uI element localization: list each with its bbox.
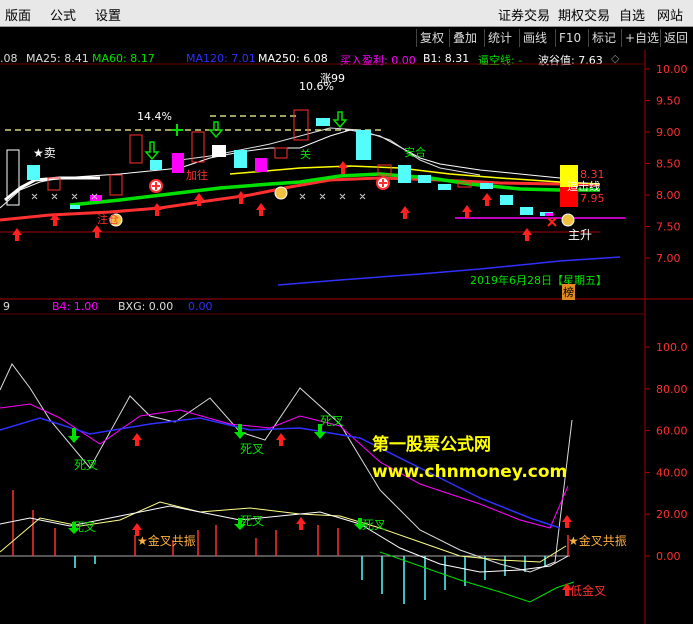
anhe-tag: 安合 [404,146,426,159]
indicator-axis-label: 80.00 [656,383,688,396]
cangwei-tag: 注仓 [97,213,119,226]
indicator-chart: 100.0 80.00 60.00 40.00 20.00 0.00 [0,300,688,624]
price-axis-label: 8.00 [656,189,681,202]
death-cross-tag-6: 死叉 [362,518,387,532]
death-cross-tag-3: 死叉 [320,414,345,428]
golden-resonance-tag-2: ★金叉共振 [568,534,627,548]
menu-website[interactable]: 网站 [657,5,683,24]
menu-layout[interactable]: 版面 [5,5,31,24]
toolbar-overlay-button[interactable]: 叠加 [449,29,480,47]
price-panel[interactable]: .08 MA25: 8.41 MA60: 8.17 MA120: 7.01 MA… [0,50,693,300]
toolbar-add-watch-button[interactable]: +自选 [621,29,662,47]
date-label: 2019年6月28日【星期五】 [470,274,607,287]
death-cross-tag-1: 死叉 [74,458,99,472]
toolbar-back-button[interactable]: 返回 [660,29,691,47]
indicator-axis-label: 100.0 [656,341,688,354]
toolbar-f10-button[interactable]: F10 [555,29,584,47]
menu-securities-trade[interactable]: 证券交易 [498,5,550,24]
low-golden-cross-tag: 低金叉 [570,584,607,598]
menu-watchlist[interactable]: 自选 [619,5,645,24]
sell-tag: ★卖 [33,146,56,160]
indicator-axis-label: 60.00 [656,425,688,438]
guan-tag: 关 [300,148,311,161]
zhiwang-tag: 加往 [186,169,208,182]
price-axis: 10.00 9.50 9.00 8.50 8.00 7.50 7.00 [645,63,688,265]
menu-settings[interactable]: 设置 [95,5,121,24]
main-rise-tag: 主升 [568,228,593,242]
price-axis-label: 10.00 [656,63,688,76]
candlesticks [6,109,578,216]
toolbar-draw-button[interactable]: 画线 [519,29,550,47]
price-axis-label: 8.50 [656,158,681,171]
ranking-badge[interactable]: 榜 [562,284,575,300]
menu-bar: 版面 公式 设置 证券交易 期权交易 自选 网站 [0,0,693,27]
indicator-axis-label: 40.00 [656,466,688,479]
indicator-panel[interactable]: 9 B4: 1.00 BXG: 0.00 0.00 100.0 80.00 60.0… [0,300,693,624]
death-cross-tag-4: 死叉 [72,520,97,534]
pct-tag-1: 14.4% [137,110,172,123]
price-tag-upper: 8.31 [580,168,605,181]
indicator-axis-label: 20.00 [656,508,688,521]
menu-formula[interactable]: 公式 [50,5,76,24]
toolbar-mark-button[interactable]: 标记 [588,29,619,47]
price-axis-label: 7.50 [656,221,681,234]
watermark-title: 第一股票公式网 [372,435,491,455]
price-axis-label: 7.00 [656,252,681,265]
price-axis-label: 9.50 [656,95,681,108]
chart-toolbar: 复权 叠加 统计 画线 F10 标记 +自选 返回 [0,27,693,49]
price-axis-label: 9.00 [656,126,681,139]
indicator-axis: 100.0 80.00 60.00 40.00 20.00 0.00 [645,341,688,563]
death-cross-tag-5: 死叉 [240,514,265,528]
watermark-url: www.chnmoney.com [372,462,568,482]
menu-options-trade[interactable]: 期权交易 [558,5,610,24]
price-tag-lower: 7.95 [580,192,605,205]
golden-resonance-tag-1: ★金叉共振 [137,534,196,548]
toolbar-stats-button[interactable]: 统计 [484,29,515,47]
indicator-axis-label: 0.00 [656,550,681,563]
tag-99: 涨99 [320,72,345,85]
toolbar-adjust-button[interactable]: 复权 [416,29,447,47]
death-cross-tag-2: 死叉 [240,442,265,456]
